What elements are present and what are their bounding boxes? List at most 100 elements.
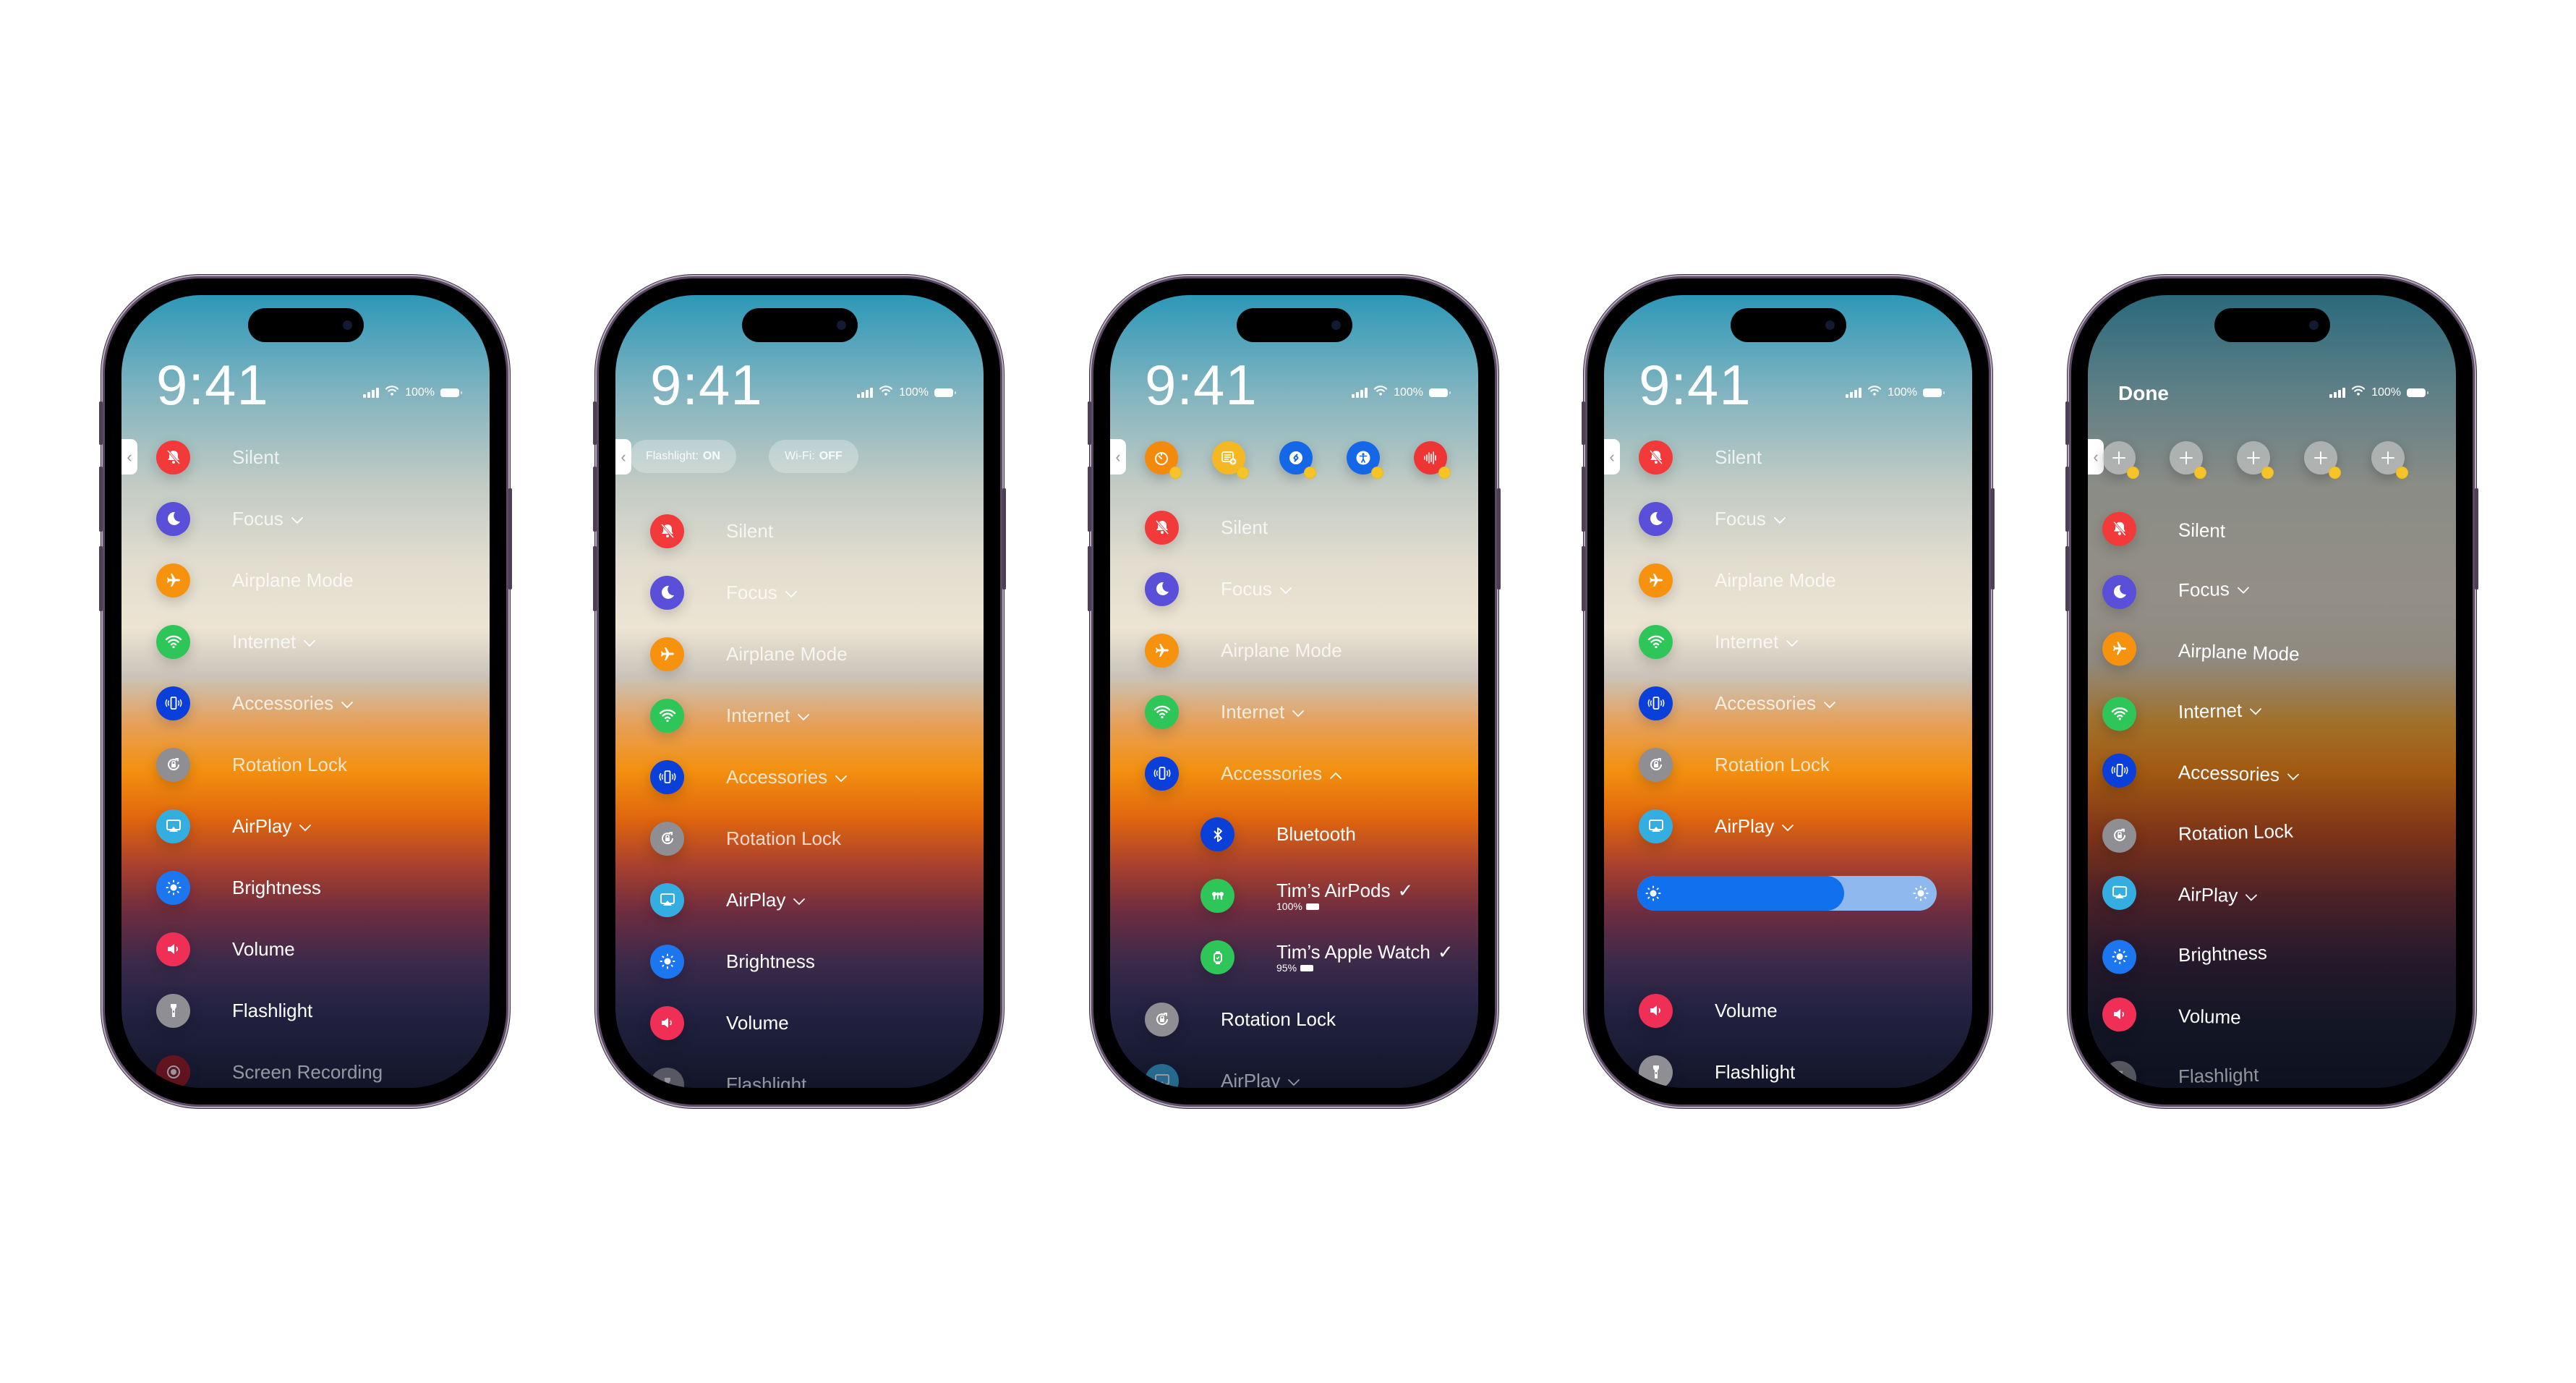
chevron-down-icon[interactable] [341,692,354,715]
chevron-down-icon[interactable] [2287,764,2300,786]
control-row-silent[interactable]: Silent [2102,511,2226,548]
flashlight-icon[interactable] [2102,1060,2137,1088]
done-button[interactable]: Done [2118,382,2169,405]
watch-icon[interactable] [1200,940,1234,974]
control-row-volume[interactable]: Volume [156,932,295,966]
chevron-down-icon[interactable] [2249,698,2263,720]
airplane-icon[interactable] [2102,631,2137,666]
control-row-volume[interactable]: Volume [2102,996,2241,1034]
control-row-accessories[interactable]: Accessories [1145,756,1342,791]
bell-slash-icon[interactable] [650,514,684,548]
control-row-rotation-lock[interactable]: Rotation Lock [156,747,347,782]
chevron-down-icon[interactable] [1287,1070,1300,1089]
control-row-rotation-lock[interactable]: Rotation Lock [1145,1002,1336,1037]
chevron-down-icon[interactable] [1279,578,1292,600]
control-row-brightness[interactable]: Brightness [156,870,321,905]
bell-slash-icon[interactable] [2102,511,2137,546]
timer-quick-action[interactable] [1145,441,1182,479]
control-row-airplay[interactable]: AirPlay [1639,809,1794,843]
chevron-down-icon[interactable] [299,815,312,838]
control-row-airplane-mode[interactable]: Airplane Mode [2102,631,2300,672]
chevron-down-icon[interactable] [291,508,304,530]
chevron-down-icon[interactable] [2245,885,2259,907]
control-row-silent[interactable]: Silent [650,514,773,548]
control-row-rotation-lock[interactable]: Rotation Lock [2102,814,2293,854]
rotation-lock-icon[interactable] [650,821,684,856]
remove-badge[interactable] [1304,467,1316,479]
control-row-flashlight[interactable]: Flashlight [2102,1058,2259,1088]
control-row-screen-recording[interactable]: Screen Recording [156,1055,383,1088]
remove-badge[interactable] [2396,467,2408,479]
wifi-icon[interactable] [2102,696,2137,731]
control-row-accessories[interactable]: Accessories [156,686,354,720]
shazam-quick-action[interactable] [1279,441,1316,479]
add-control-slot[interactable] [2102,441,2139,479]
control-row-accessories[interactable]: Accessories [1639,686,1836,720]
airplay-icon[interactable] [650,882,684,917]
moon-icon[interactable] [1145,571,1179,606]
control-row-internet[interactable]: Internet [156,624,316,659]
control-row-volume[interactable]: Volume [1639,993,1778,1028]
control-row-focus[interactable]: Focus [1145,571,1292,606]
rotation-lock-icon[interactable] [1639,747,1673,782]
control-row-flashlight[interactable]: Flashlight [156,993,312,1028]
chevron-down-icon[interactable] [797,705,810,727]
chevron-down-icon[interactable] [1823,692,1836,715]
control-row-volume[interactable]: Volume [650,1005,789,1040]
chevron-down-icon[interactable] [785,582,798,604]
control-row-focus[interactable]: Focus [650,575,798,610]
rotation-lock-icon[interactable] [2102,817,2137,853]
chevron-down-icon[interactable] [1773,508,1786,530]
add-control-slot[interactable] [2170,441,2206,479]
collapse-handle[interactable]: ‹ [2088,439,2104,475]
control-row-brightness[interactable]: Brightness [2102,935,2267,974]
control-row-internet[interactable]: Internet [2102,692,2262,731]
bell-slash-icon[interactable] [1145,510,1179,545]
wifi-icon[interactable] [156,624,190,659]
control-row-accessories[interactable]: Accessories [650,759,848,794]
collapse-handle[interactable]: ‹ [1110,439,1126,475]
phone-vibrate-icon[interactable] [1145,756,1179,791]
add-control-slot[interactable] [2371,441,2408,479]
wifi-icon[interactable] [650,698,684,733]
speaker-icon[interactable] [2102,996,2137,1032]
chevron-down-icon[interactable] [793,889,806,911]
control-row-focus[interactable]: Focus [156,501,304,536]
moon-icon[interactable] [156,501,190,536]
control-row-focus[interactable]: Focus [1639,501,1786,536]
control-row-flashlight[interactable]: Flashlight [650,1067,806,1088]
remove-badge[interactable] [2194,467,2206,479]
chevron-down-icon[interactable] [1292,701,1305,723]
airplay-icon[interactable] [2102,875,2137,911]
airplay-icon[interactable] [1145,1063,1179,1088]
remove-badge[interactable] [1438,467,1451,479]
chevron-down-icon[interactable] [1781,815,1794,838]
add-control-slot[interactable] [2304,441,2341,479]
control-row-silent[interactable]: Silent [1145,510,1268,545]
airplane-icon[interactable] [1639,563,1673,597]
speaker-icon[interactable] [1639,993,1673,1028]
phone-vibrate-icon[interactable] [156,686,190,720]
remove-badge[interactable] [1237,467,1249,479]
airpods-icon[interactable] [1200,879,1234,913]
record-icon[interactable] [156,1055,190,1088]
control-row-silent[interactable]: Silent [156,440,279,475]
accessory-row[interactable]: Bluetooth [1200,817,1356,851]
remove-badge[interactable] [2261,467,2274,479]
control-row-airplane-mode[interactable]: Airplane Mode [1639,563,1836,597]
moon-icon[interactable] [1639,501,1673,536]
airplane-icon[interactable] [1145,633,1179,668]
chevron-down-icon[interactable] [1786,631,1799,653]
control-row-airplane-mode[interactable]: Airplane Mode [1145,633,1342,668]
control-row-rotation-lock[interactable]: Rotation Lock [650,821,841,856]
airplay-icon[interactable] [1639,809,1673,843]
add-control-slot[interactable] [2237,441,2274,479]
speaker-icon[interactable] [650,1005,684,1040]
control-row-flashlight[interactable]: Flashlight [1639,1055,1795,1088]
control-row-brightness[interactable]: Brightness [650,944,815,979]
collapse-handle[interactable]: ‹ [1604,439,1620,475]
remove-badge[interactable] [2329,467,2341,479]
chevron-down-icon[interactable] [2236,577,2250,600]
control-row-airplane-mode[interactable]: Airplane Mode [156,563,354,597]
chevron-down-icon[interactable] [835,766,848,788]
